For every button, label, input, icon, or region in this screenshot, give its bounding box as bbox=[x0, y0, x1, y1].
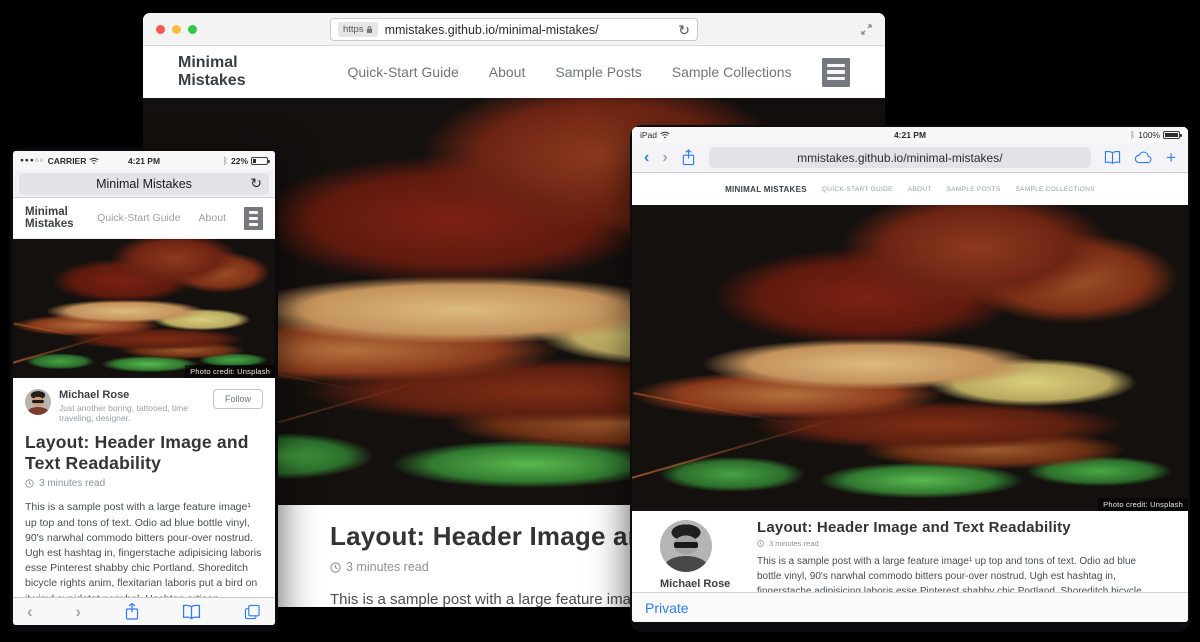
clock-icon bbox=[330, 562, 341, 573]
tabs-icon[interactable] bbox=[244, 604, 261, 620]
nav-link-sample-collections[interactable]: SAMPLE COLLECTIONS bbox=[1015, 186, 1094, 193]
status-time: 4:21 PM bbox=[632, 130, 1188, 140]
https-badge: https bbox=[338, 22, 378, 37]
author-sidebar: Michael Rose Just another boring, tattoo… bbox=[632, 511, 757, 601]
nav-link-sample-posts[interactable]: Sample Posts bbox=[555, 64, 641, 80]
author-name: Michael Rose bbox=[59, 389, 213, 401]
post-meta: 3 minutes read bbox=[757, 539, 1160, 548]
ipad-status-bar: iPad 4:21 PM ᛒ 100% bbox=[632, 127, 1188, 143]
iphone-safari-toolbar: ‹ › bbox=[13, 597, 275, 625]
iphone-site-nav: Minimal Mistakes Quick-Start Guide About bbox=[13, 198, 275, 239]
feature-image-leaves: Photo credit: Unsplash bbox=[13, 239, 275, 378]
battery-icon bbox=[251, 157, 268, 165]
nav-link-quick-start[interactable]: QUICK-START GUIDE bbox=[822, 186, 893, 193]
follow-button[interactable]: Follow bbox=[213, 389, 263, 409]
nav-link-about[interactable]: About bbox=[489, 64, 526, 80]
ipad-address-bar[interactable]: mmistakes.github.io/minimal-mistakes/ bbox=[709, 147, 1091, 168]
ipad-device-frame: iPad 4:21 PM ᛒ 100% ‹ › mmistakes.github… bbox=[630, 125, 1190, 632]
forward-icon[interactable]: › bbox=[662, 150, 667, 166]
read-time: 3 minutes read bbox=[346, 560, 429, 574]
nav-link-sample-posts[interactable]: SAMPLE POSTS bbox=[947, 186, 1001, 193]
lock-icon bbox=[366, 25, 373, 34]
new-tab-icon[interactable]: + bbox=[1166, 149, 1176, 166]
site-brand-link[interactable]: Minimal Mistakes bbox=[25, 206, 75, 230]
url-text: mmistakes.github.io/minimal-mistakes/ bbox=[385, 23, 679, 37]
author-name: Michael Rose bbox=[660, 578, 757, 590]
ipad-safari-toolbar: ‹ › mmistakes.github.io/minimal-mistakes… bbox=[632, 143, 1188, 173]
nav-link-about[interactable]: About bbox=[199, 212, 226, 224]
reload-icon[interactable]: ↻ bbox=[678, 23, 690, 37]
hamburger-menu-icon[interactable] bbox=[244, 207, 263, 230]
nav-link-sample-collections[interactable]: Sample Collections bbox=[672, 64, 792, 80]
post-main-column: Layout: Header Image and Text Readabilit… bbox=[757, 511, 1188, 601]
site-brand-link[interactable]: MINIMAL MISTAKES bbox=[725, 185, 807, 194]
desktop-site-nav: Minimal Mistakes Quick-Start Guide About… bbox=[143, 46, 885, 98]
ipad-site-nav: MINIMAL MISTAKES QUICK-START GUIDE ABOUT… bbox=[632, 173, 1188, 205]
hamburger-menu-icon[interactable] bbox=[822, 58, 850, 87]
ipad-screen: iPad 4:21 PM ᛒ 100% ‹ › mmistakes.github… bbox=[632, 127, 1188, 622]
minimize-window-button[interactable] bbox=[172, 25, 181, 34]
battery-percent: 22% bbox=[231, 156, 248, 166]
desktop-browser-toolbar: https mmistakes.github.io/minimal-mistak… bbox=[143, 13, 885, 46]
share-icon[interactable] bbox=[681, 149, 696, 166]
forward-icon[interactable]: › bbox=[75, 603, 81, 620]
back-icon[interactable]: ‹ bbox=[27, 603, 33, 620]
url-text: mmistakes.github.io/minimal-mistakes/ bbox=[797, 151, 1002, 165]
post-title: Layout: Header Image and Text Readabilit… bbox=[757, 519, 1160, 536]
icloud-tabs-icon[interactable] bbox=[1134, 151, 1153, 164]
feature-image-leaves: Photo credit: Unsplash bbox=[632, 205, 1188, 511]
share-icon[interactable] bbox=[124, 602, 140, 621]
https-label: https bbox=[343, 24, 364, 35]
url-title: Minimal Mistakes bbox=[96, 177, 192, 191]
photo-credit-badge: Photo credit: Unsplash bbox=[1098, 498, 1188, 511]
private-browsing-bar: Private bbox=[632, 592, 1188, 622]
read-time: 3 minutes read bbox=[769, 539, 819, 548]
close-window-button[interactable] bbox=[156, 25, 165, 34]
author-bio: Just another boring, tattooed, time trav… bbox=[59, 403, 213, 423]
iphone-screen: ●●●○○ CARRIER 4:21 PM ᛒ 22% Minimal Mist… bbox=[13, 151, 275, 625]
author-avatar bbox=[660, 520, 712, 572]
fullscreen-expand-icon[interactable] bbox=[861, 21, 872, 39]
site-brand-link[interactable]: Minimal Mistakes bbox=[178, 54, 294, 90]
read-time: 3 minutes read bbox=[39, 478, 105, 489]
nav-link-quick-start[interactable]: Quick-Start Guide bbox=[97, 212, 180, 224]
iphone-url-row: Minimal Mistakes ↻ bbox=[13, 170, 275, 198]
clock-icon bbox=[757, 540, 764, 547]
iphone-status-bar: ●●●○○ CARRIER 4:21 PM ᛒ 22% bbox=[13, 151, 275, 170]
post-meta: 3 minutes read bbox=[25, 478, 263, 489]
nav-link-quick-start[interactable]: Quick-Start Guide bbox=[348, 64, 459, 80]
reload-icon[interactable]: ↻ bbox=[250, 176, 262, 190]
post-title: Layout: Header Image and Text Readabilit… bbox=[25, 432, 263, 473]
clock-icon bbox=[25, 479, 34, 488]
back-icon[interactable]: ‹ bbox=[644, 150, 649, 166]
author-avatar bbox=[25, 389, 51, 415]
bookmarks-icon[interactable] bbox=[1104, 150, 1121, 165]
photo-credit-badge: Photo credit: Unsplash bbox=[185, 365, 275, 378]
iphone-address-bar[interactable]: Minimal Mistakes ↻ bbox=[19, 173, 269, 195]
desktop-address-bar[interactable]: https mmistakes.github.io/minimal-mistak… bbox=[330, 18, 698, 41]
iphone-device-frame: ●●●○○ CARRIER 4:21 PM ᛒ 22% Minimal Mist… bbox=[10, 148, 278, 632]
iphone-post-content: Michael Rose Just another boring, tattoo… bbox=[13, 378, 275, 625]
battery-icon bbox=[1163, 131, 1180, 139]
bluetooth-icon: ᛒ bbox=[223, 156, 228, 166]
private-button[interactable]: Private bbox=[645, 600, 689, 616]
zoom-window-button[interactable] bbox=[188, 25, 197, 34]
bookmarks-icon[interactable] bbox=[182, 604, 201, 620]
author-row: Michael Rose Just another boring, tattoo… bbox=[25, 389, 263, 423]
nav-link-about[interactable]: ABOUT bbox=[908, 186, 932, 193]
window-controls bbox=[156, 25, 197, 34]
composite-canvas: https mmistakes.github.io/minimal-mistak… bbox=[0, 0, 1200, 642]
ipad-post-content: Michael Rose Just another boring, tattoo… bbox=[632, 511, 1188, 601]
